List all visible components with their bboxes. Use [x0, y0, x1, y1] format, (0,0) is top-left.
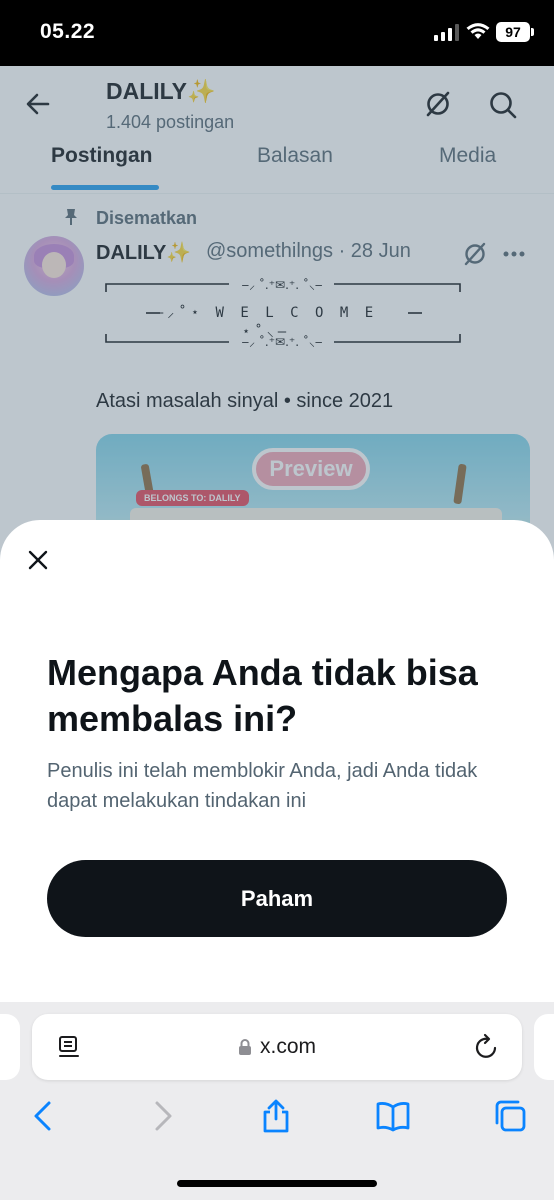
next-tab-preview[interactable]	[534, 1014, 554, 1080]
close-icon[interactable]	[28, 550, 48, 570]
page-menu-icon[interactable]	[56, 1034, 82, 1060]
home-indicator	[177, 1180, 377, 1187]
url-text: x.com	[260, 1035, 317, 1058]
previous-tab-preview[interactable]	[0, 1014, 20, 1080]
bookmarks-icon[interactable]	[375, 1098, 411, 1134]
status-bar: 05.22 97	[0, 0, 554, 66]
tabs-icon[interactable]	[492, 1098, 528, 1134]
cellular-signal-icon	[434, 24, 459, 41]
wifi-icon	[466, 23, 490, 39]
status-time: 05.22	[40, 20, 96, 43]
reload-icon[interactable]	[474, 1033, 500, 1061]
share-icon[interactable]	[258, 1098, 294, 1134]
forward-icon[interactable]	[144, 1098, 180, 1134]
browser-toolbar: x.com	[0, 1002, 554, 1200]
reply-restriction-sheet: Mengapa Anda tidak bisa membalas ini? Pe…	[0, 520, 554, 1002]
address-bar[interactable]: x.com	[32, 1014, 522, 1080]
understand-button[interactable]: Paham	[47, 860, 507, 937]
battery-indicator: 97	[496, 22, 534, 42]
sheet-description: Penulis ini telah memblokir Anda, jadi A…	[47, 760, 478, 812]
lock-icon	[239, 1039, 251, 1055]
back-icon[interactable]	[26, 1098, 62, 1134]
sheet-title: Mengapa Anda tidak bisa membalas ini?	[47, 652, 478, 739]
